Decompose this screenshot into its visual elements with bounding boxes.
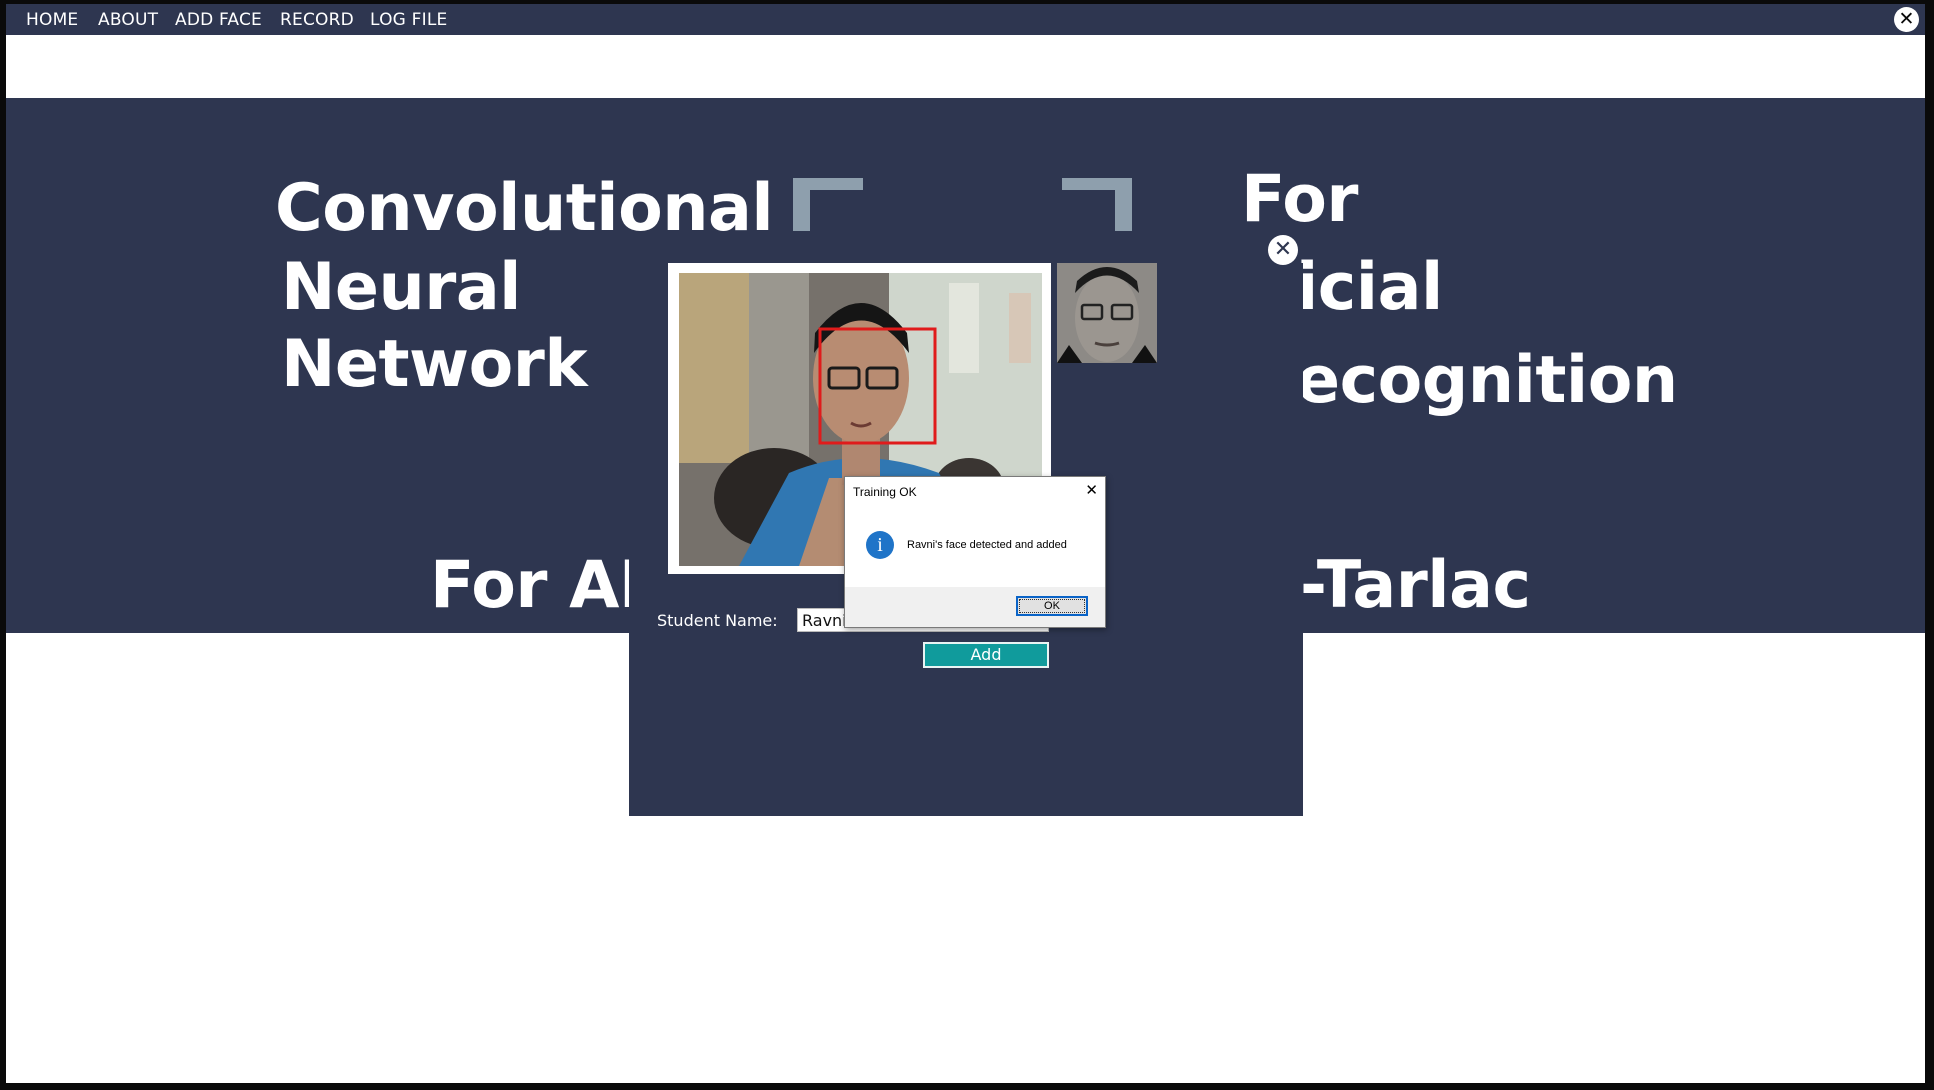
menu-home[interactable]: HOME — [26, 10, 78, 30]
close-icon[interactable]: ✕ — [1894, 7, 1919, 32]
menu-log-file[interactable]: LOG FILE — [370, 10, 447, 30]
student-name-label: Student Name: — [657, 611, 778, 630]
hero-line-network: Network — [281, 327, 588, 402]
hero-bottom-right: -Tarlac — [1300, 548, 1531, 623]
dialog-message: Ravni's face detected and added — [907, 539, 1067, 551]
hero-line-convolutional: Convolutional — [275, 171, 774, 246]
menu-add-face[interactable]: ADD FACE — [175, 10, 262, 30]
menu-record[interactable]: RECORD — [280, 10, 354, 30]
ok-button[interactable]: OK — [1016, 596, 1088, 616]
captured-face-thumbnail — [1057, 263, 1157, 363]
dialog-title: Training OK — [853, 485, 917, 499]
hero-line-facial: icial — [1296, 250, 1443, 325]
close-icon[interactable]: ✕ — [1268, 235, 1298, 265]
info-icon: i — [866, 531, 894, 559]
add-button[interactable]: Add — [923, 642, 1049, 668]
training-ok-dialog: Training OK ✕ i Ravni's face detected an… — [844, 476, 1106, 628]
hero-line-neural: Neural — [281, 250, 521, 325]
hero-line-recognition: ecognition — [1296, 343, 1678, 418]
menu-about[interactable]: ABOUT — [98, 10, 158, 30]
hero-line-for: For — [1241, 162, 1358, 237]
menu-bar: HOME ABOUT ADD FACE RECORD LOG FILE ✕ — [6, 4, 1925, 35]
dialog-close-icon[interactable]: ✕ — [1085, 481, 1098, 499]
